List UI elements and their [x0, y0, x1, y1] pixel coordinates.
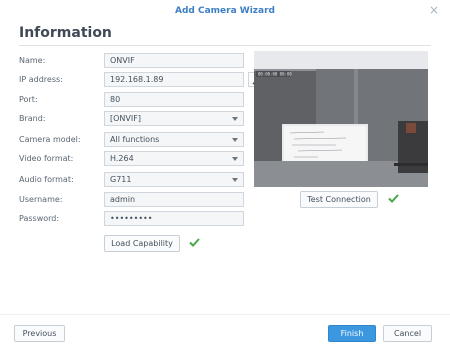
- password-field[interactable]: •••••••••: [104, 211, 244, 226]
- audio-format-label: Audio format:: [19, 175, 74, 184]
- ip-address-row: IP address: 192.168.1.89: [19, 72, 265, 88]
- finish-button[interactable]: Finish: [328, 325, 376, 342]
- close-icon[interactable]: ×: [429, 3, 439, 17]
- username-label: Username:: [19, 195, 63, 204]
- preview-overlay-text: 00:00:00 00:00: [258, 72, 292, 77]
- password-row: Password: •••••••••: [19, 211, 249, 227]
- video-format-select-value: H.264: [110, 154, 134, 163]
- audio-format-select-value: G711: [110, 175, 132, 184]
- chevron-down-icon: [232, 117, 238, 121]
- check-icon: [388, 194, 399, 203]
- chevron-down-icon: [232, 138, 238, 142]
- brand-select[interactable]: [ONVIF]: [104, 111, 244, 126]
- name-label: Name:: [19, 56, 46, 65]
- page-heading: Information: [19, 25, 112, 41]
- brand-row: Brand: [ONVIF]: [19, 111, 249, 127]
- window-title: Add Camera Wizard: [175, 6, 275, 16]
- chevron-down-icon: [232, 157, 238, 161]
- audio-format-row: Audio format: G711: [19, 172, 249, 188]
- camera-model-select-value: All functions: [110, 135, 160, 144]
- test-connection-button[interactable]: Test Connection: [300, 191, 378, 208]
- footer-divider: [0, 314, 450, 315]
- chevron-down-icon: [232, 178, 238, 182]
- port-row: Port: 80: [19, 92, 249, 108]
- username-field[interactable]: admin: [104, 192, 244, 207]
- port-field[interactable]: 80: [104, 92, 244, 107]
- audio-format-select[interactable]: G711: [104, 172, 244, 187]
- title-bar: Add Camera Wizard ×: [0, 0, 450, 22]
- video-format-row: Video format: H.264: [19, 151, 249, 167]
- brand-label: Brand:: [19, 114, 46, 123]
- video-format-select[interactable]: H.264: [104, 151, 244, 166]
- ip-address-label: IP address:: [19, 75, 63, 84]
- name-field[interactable]: ONVIF: [104, 53, 244, 68]
- camera-model-row: Camera model: All functions: [19, 132, 249, 148]
- camera-preview: 00:00:00 00:00: [254, 51, 428, 187]
- load-capability-button[interactable]: Load Capability: [104, 235, 180, 252]
- port-label: Port:: [19, 95, 38, 104]
- camera-preview-image: 00:00:00 00:00: [254, 51, 428, 187]
- heading-divider: [19, 45, 431, 46]
- camera-model-select[interactable]: All functions: [104, 132, 244, 147]
- brand-select-value: [ONVIF]: [110, 114, 141, 123]
- camera-model-label: Camera model:: [19, 135, 81, 144]
- previous-button[interactable]: Previous: [14, 325, 65, 342]
- cancel-button[interactable]: Cancel: [383, 325, 432, 342]
- name-row: Name: ONVIF: [19, 53, 249, 69]
- username-row: Username: admin: [19, 192, 249, 208]
- check-icon: [189, 238, 200, 247]
- password-label: Password:: [19, 214, 60, 223]
- video-format-label: Video format:: [19, 154, 74, 163]
- ip-address-field[interactable]: 192.168.1.89: [104, 72, 244, 87]
